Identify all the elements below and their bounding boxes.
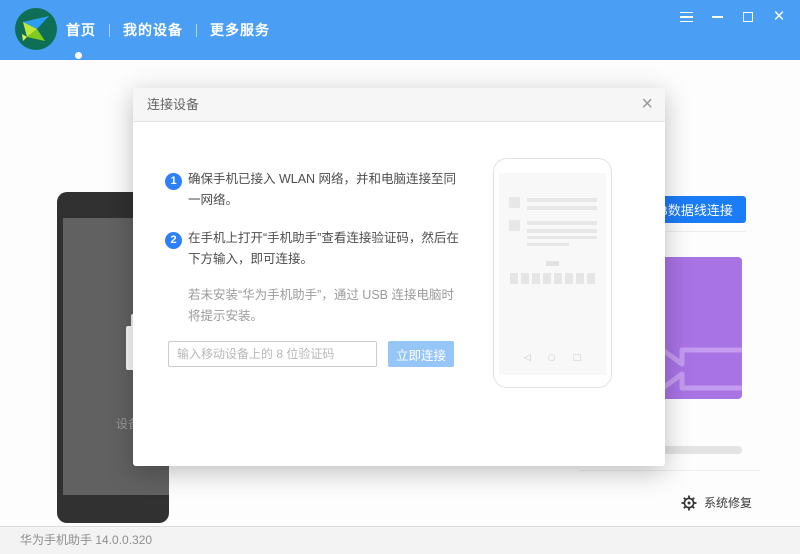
step-2-badge: 2 xyxy=(165,232,182,249)
nav-separator xyxy=(196,24,197,37)
gear-icon xyxy=(681,495,697,511)
install-note-text: 若未安装“华为手机助手”，通过 USB 连接电脑时将提示安装。 xyxy=(188,285,460,327)
phone-recent-icon: □ xyxy=(573,353,582,363)
nav-item-more-services[interactable]: 更多服务 xyxy=(210,20,270,40)
code-hint-dash xyxy=(546,261,559,266)
hamburger-menu-icon[interactable] xyxy=(677,8,695,26)
window-controls: × xyxy=(677,0,788,34)
divider xyxy=(580,470,760,471)
step-1-text: 确保手机已接入 WLAN 网络，并和电脑连接至同一网络。 xyxy=(188,169,460,211)
phone-home-icon: ○ xyxy=(548,353,556,363)
phone-back-icon: ◁ xyxy=(524,353,531,363)
connect-device-dialog: 连接设备 × 1 确保手机已接入 WLAN 网络，并和电脑连接至同一网络。 2 … xyxy=(133,88,665,466)
dialog-header: 连接设备 × xyxy=(133,88,665,122)
app-version-text: 华为手机助手 14.0.0.320 xyxy=(20,527,152,553)
phone-illustration-screen: ◁ ○ □ xyxy=(499,173,606,375)
minimize-icon[interactable] xyxy=(708,8,726,26)
verification-code-input[interactable] xyxy=(168,341,377,367)
statusbar: 华为手机助手 14.0.0.320 xyxy=(0,526,800,554)
nav-separator xyxy=(109,24,110,37)
step-2-text: 在手机上打开“手机助手”查看连接验证码，然后在下方输入，即可连接。 xyxy=(188,228,460,270)
close-icon[interactable]: × xyxy=(770,8,788,26)
nav-item-home[interactable]: 首页 xyxy=(66,20,96,40)
nav-item-my-devices-label: 我的设备 xyxy=(123,22,183,38)
connect-now-button[interactable]: 立即连接 xyxy=(388,341,454,367)
nav-item-home-label: 首页 xyxy=(66,22,96,38)
step-1-badge: 1 xyxy=(165,173,182,190)
nav-item-more-services-label: 更多服务 xyxy=(210,22,270,38)
maximize-icon[interactable] xyxy=(739,8,757,26)
hisuite-logo-icon xyxy=(14,7,58,51)
phone-nav-bar: ◁ ○ □ xyxy=(499,353,606,363)
phone-illustration: ◁ ○ □ xyxy=(493,158,612,388)
active-nav-dot xyxy=(75,52,82,59)
nav-item-my-devices[interactable]: 我的设备 xyxy=(123,20,183,40)
code-digit-blocks xyxy=(510,273,595,284)
titlebar: 首页 我的设备 更多服务 × xyxy=(0,0,800,60)
system-repair-label: 系统修复 xyxy=(704,494,752,511)
dialog-close-icon[interactable]: × xyxy=(641,88,653,120)
dialog-title: 连接设备 xyxy=(147,88,199,122)
system-repair-button[interactable]: 系统修复 xyxy=(681,494,752,511)
main-nav: 首页 我的设备 更多服务 xyxy=(66,0,270,60)
